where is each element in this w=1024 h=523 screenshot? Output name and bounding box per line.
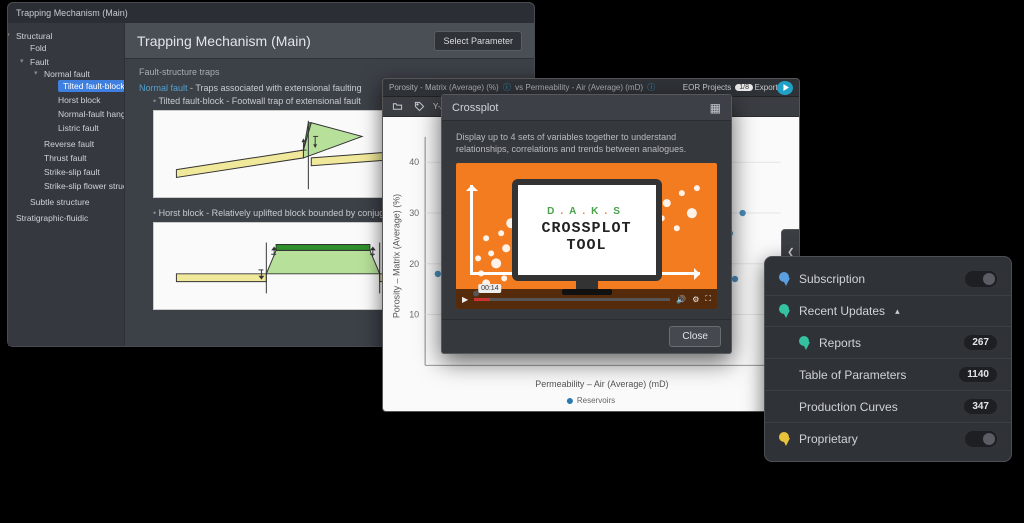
tag-icon[interactable]: [411, 100, 427, 114]
video-progress-bar[interactable]: 00:14: [474, 298, 670, 301]
table-of-parameters-row[interactable]: Table of Parameters 1140: [765, 358, 1011, 390]
definition-link[interactable]: Horst block: [159, 208, 204, 218]
grid-icon[interactable]: ▦: [710, 101, 721, 115]
svg-text:30: 30: [409, 208, 419, 218]
legend-entry: Reservoirs: [567, 396, 615, 405]
export-button[interactable]: Export: [757, 81, 773, 95]
svg-text:40: 40: [409, 157, 419, 167]
video-text-line2: TOOL: [566, 238, 606, 255]
play-pause-icon[interactable]: ▶: [462, 295, 468, 304]
crossplot-help-modal: Crossplot ▦ Display up to 4 sets of vari…: [441, 94, 732, 354]
page-title: Trapping Mechanism (Main): [137, 33, 311, 49]
tree-thrust-fault[interactable]: Thrust fault: [40, 151, 120, 165]
updates-sidebar-card: Subscription Recent Updates ▴ Reports 26…: [764, 256, 1012, 462]
tree-horst-block[interactable]: Horst block: [54, 93, 120, 107]
y-axis-label: Porosity – Matrix (Average) (%): [391, 194, 401, 318]
modal-title: Crossplot: [452, 102, 498, 114]
tree-strike-slip-fault[interactable]: Strike-slip fault: [40, 165, 120, 179]
tree-normal-fault[interactable]: Normal fault Tilted fault-block Horst bl…: [40, 67, 120, 137]
proprietary-row[interactable]: Proprietary: [765, 422, 1011, 455]
tree-fault[interactable]: Fault Normal fault Tilted fault-block Ho…: [26, 55, 120, 195]
legend-dot-icon: [567, 398, 573, 404]
volume-icon[interactable]: 🔊: [676, 295, 686, 304]
reports-row[interactable]: Reports 267: [765, 326, 1011, 358]
definition-link[interactable]: Normal fault: [139, 83, 188, 93]
crossplot-title: Porosity - Matrix (Average) (%) ⓘ vs Per…: [389, 82, 679, 93]
pin-icon: [779, 272, 789, 286]
tree-sidebar: Structural Fold Fault Normal fault Tilte…: [8, 23, 124, 346]
select-parameter-button[interactable]: Select Parameter: [434, 31, 522, 51]
recent-updates-row[interactable]: Recent Updates ▴: [765, 295, 1011, 326]
tree-subtle-structure[interactable]: Subtle structure: [26, 195, 120, 209]
info-icon[interactable]: ⓘ: [647, 83, 655, 92]
tree-reverse-fault[interactable]: Reverse fault: [40, 137, 120, 151]
video-time: 00:14: [478, 284, 502, 293]
fullscreen-icon[interactable]: ⛶: [705, 294, 711, 304]
window-title: Trapping Mechanism (Main): [16, 8, 128, 18]
pin-icon: [779, 432, 789, 446]
settings-icon[interactable]: ⚙: [692, 295, 699, 304]
pin-icon: [799, 336, 809, 350]
proprietary-toggle[interactable]: [965, 431, 997, 447]
video-brand: D.A.K.S: [547, 206, 626, 217]
production-curves-count-badge: 347: [964, 399, 997, 414]
tutorial-video[interactable]: D.A.K.S CROSSPLOT TOOL ▶ 00:14 🔊 ⚙ ⛶: [456, 163, 717, 309]
modal-description: Display up to 4 sets of variables togeth…: [456, 131, 717, 155]
section-title: Fault-structure traps: [139, 67, 520, 77]
info-icon[interactable]: ⓘ: [503, 83, 511, 92]
svg-text:10: 10: [409, 310, 419, 320]
svg-text:20: 20: [409, 259, 419, 269]
eor-projects-label: EOR Projects: [683, 83, 731, 92]
tree-listric-fault[interactable]: Listric fault: [54, 121, 120, 135]
x-axis-label: Permeability – Air (Average) (mD): [535, 379, 668, 389]
reports-count-badge: 267: [964, 335, 997, 350]
play-icon[interactable]: [777, 81, 793, 95]
definition-link[interactable]: Tilted fault-block: [159, 96, 224, 106]
table-params-count-badge: 1140: [959, 367, 997, 382]
tree-fold[interactable]: Fold: [26, 41, 120, 55]
close-button[interactable]: Close: [669, 326, 721, 347]
tree-normal-fault-hanging-wall[interactable]: Normal-fault hanging wall: [54, 107, 120, 121]
subscription-toggle[interactable]: [965, 271, 997, 287]
eor-count-pill: 1/8: [735, 84, 753, 91]
tree-strike-slip-flower[interactable]: Strike-slip flower structure: [40, 179, 120, 193]
tree-structural[interactable]: Structural Fold Fault Normal fault Tilte…: [12, 29, 120, 211]
production-curves-row[interactable]: Production Curves 347: [765, 390, 1011, 422]
chevron-up-icon: ▴: [895, 306, 900, 317]
video-text-line1: CROSSPLOT: [541, 221, 631, 238]
subscription-row[interactable]: Subscription: [765, 263, 1011, 295]
folder-icon[interactable]: [389, 100, 405, 114]
y-axis-arrow-icon: [470, 185, 473, 275]
window-titlebar: Trapping Mechanism (Main): [8, 3, 534, 23]
video-monitor-graphic: D.A.K.S CROSSPLOT TOOL: [512, 179, 662, 281]
tree-tilted-fault-block[interactable]: Tilted fault-block: [54, 79, 120, 93]
tree-stratigraphic-fluidic[interactable]: Stratigraphic-fluidic: [12, 211, 120, 225]
video-controls[interactable]: ▶ 00:14 🔊 ⚙ ⛶: [456, 289, 717, 309]
pin-icon: [779, 304, 789, 318]
